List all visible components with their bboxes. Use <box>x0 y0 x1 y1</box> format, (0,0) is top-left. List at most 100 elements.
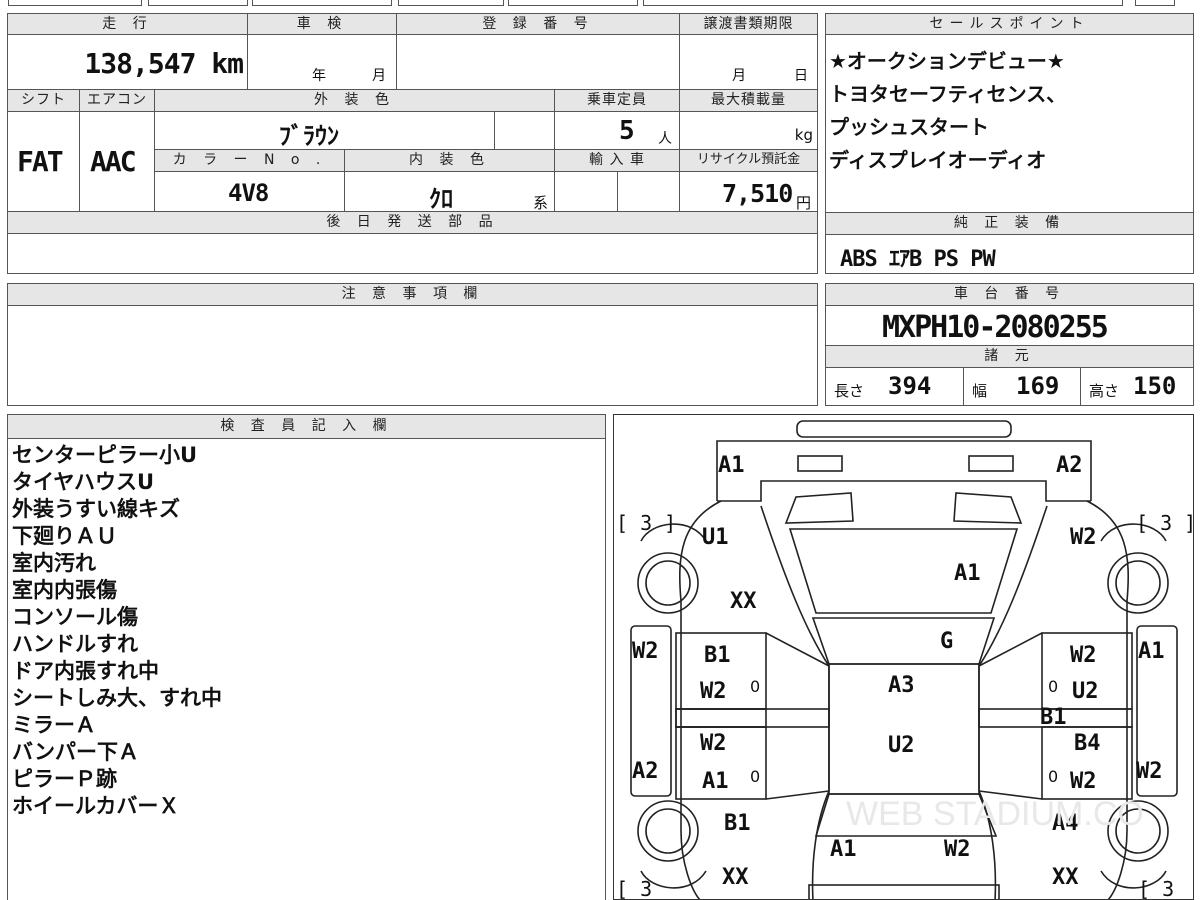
left-rear-fender-grade: B1 <box>724 811 751 836</box>
aircon-value: AAC <box>90 145 137 178</box>
exterior-color-cell: ﾌﾞﾗｳﾝ <box>154 111 495 150</box>
shift-value: FAT <box>17 145 64 178</box>
right-rear-zero: 0 <box>1048 767 1059 786</box>
right-rear-door-w-grade: W2 <box>1070 769 1097 794</box>
transfer-deadline-header: 譲渡書類期限 <box>679 13 818 35</box>
left-front-door-b-grade: B1 <box>704 643 731 668</box>
sales-points-body: ★オークションデビュー★ トヨタセーフティセンス、 プッシュスタート ディスプレ… <box>825 34 1194 213</box>
windshield-grade: G <box>940 629 954 654</box>
left-front-door-w-grade: W2 <box>700 679 727 704</box>
chassis-panel: 車 台 番 号 MXPH10-2080255 諸 元 長さ 394 幅 169 … <box>825 283 1194 406</box>
interior-color-suffix: 系 <box>533 194 549 212</box>
width-cell: 幅 169 <box>963 367 1081 406</box>
mileage-cell: 138,547 km <box>7 34 248 90</box>
specs-header: 諸 元 <box>825 345 1194 368</box>
sales-point-line: ★オークションデビュー★ <box>829 49 1065 73</box>
deadline-day-unit: 日 <box>794 68 808 84</box>
capacity-value: 5 <box>619 116 635 146</box>
inspection-year-unit: 年 <box>312 68 326 84</box>
import-cell-a <box>554 171 618 212</box>
chassis-value: MXPH10-2080255 <box>882 310 1109 345</box>
recycle-header: リサイクル預託金 <box>679 149 818 172</box>
color-no-value: 4V8 <box>228 179 269 207</box>
height-value: 150 <box>1133 372 1177 400</box>
notes-panel: 注 意 事 項 欄 <box>7 283 818 406</box>
inspection-cell: 年 月 <box>247 34 397 90</box>
left-fender-x-grade: XX <box>730 589 757 614</box>
front-right-corner-grade: A2 <box>1056 453 1083 478</box>
color-no-header: カ ラ ー N o . <box>154 149 345 172</box>
max-load-unit: kg <box>794 126 813 144</box>
right-front-zero: 0 <box>1048 677 1059 696</box>
inspector-note: 室内内張傷 <box>12 578 117 602</box>
left-fender-grade: U1 <box>702 525 729 550</box>
inspector-note: 室内汚れ <box>12 551 96 575</box>
inspector-note: ホイールカバーＸ <box>12 794 180 818</box>
exterior-color-header: 外 装 色 <box>154 89 555 112</box>
inspector-note: 下廻りＡＵ <box>12 524 117 548</box>
left-rear-x-grade: XX <box>722 865 749 890</box>
notes-body <box>7 305 818 406</box>
tire-rr-grade: [ 3 <box>1138 877 1175 900</box>
left-front-zero: 0 <box>750 677 761 696</box>
shift-header: シフト <box>7 89 80 112</box>
width-value: 169 <box>1016 372 1060 400</box>
deadline-month-unit: 月 <box>732 68 746 84</box>
length-cell: 長さ 394 <box>825 367 964 406</box>
capacity-unit: 人 <box>658 131 672 147</box>
later-parts-cell <box>7 233 818 274</box>
notes-header: 注 意 事 項 欄 <box>7 283 818 306</box>
right-rear-door-b-grade: B4 <box>1074 731 1101 756</box>
capacity-header: 乗車定員 <box>554 89 680 112</box>
vehicle-info-grid: 走 行 車 検 登 録 番 号 譲渡書類期限 138,547 km 年 月 月 … <box>7 13 818 274</box>
registration-cell <box>396 34 680 90</box>
right-front-door-u-grade: U2 <box>1072 679 1099 704</box>
mileage-value: 138,547 km <box>84 47 244 80</box>
watermark: WEB STADIUM.CO <box>846 795 1144 833</box>
trunk-left-grade: A1 <box>830 837 857 862</box>
aircon-header: エアコン <box>79 89 155 112</box>
sales-point-line: トヨタセーフティセンス、 <box>829 82 1067 106</box>
transfer-deadline-cell: 月 日 <box>679 34 818 90</box>
left-rear-door-w-grade: W2 <box>700 731 727 756</box>
inspector-note: ピラーＰ跡 <box>12 767 117 791</box>
later-parts-header: 後 日 発 送 部 品 <box>7 211 818 234</box>
length-label: 長さ <box>834 382 865 400</box>
genuine-equipment-value: ABS ｴｱB PS PW <box>840 247 996 272</box>
right-rear-x-grade: XX <box>1052 865 1079 890</box>
left-rear-door-a-grade: A1 <box>702 769 729 794</box>
tire-fr-grade: [ 3 ] <box>1136 511 1194 535</box>
mileage-header: 走 行 <box>7 13 248 35</box>
interior-color-value: ｸﾛ <box>429 185 453 213</box>
sales-points-header: セールスポイント <box>825 13 1194 35</box>
inspector-header: 検 査 員 記 入 欄 <box>7 414 606 439</box>
import-cell-b <box>617 171 680 212</box>
top-strip <box>0 0 1200 10</box>
left-rear-zero: 0 <box>750 767 761 786</box>
registration-header: 登 録 番 号 <box>396 13 680 35</box>
inspector-note: ハンドルすれ <box>12 632 138 656</box>
sales-point-line: ディスプレイオーディオ <box>829 148 1047 172</box>
right-front-door-w-grade: W2 <box>1070 643 1097 668</box>
inspector-note: センターピラー小U <box>12 443 198 467</box>
front-left-corner-grade: A1 <box>718 453 745 478</box>
roof-rear-grade: U2 <box>888 733 915 758</box>
inspector-panel: 検 査 員 記 入 欄 センターピラー小U タイヤハウスU 外装うすい線キズ 下… <box>7 414 606 900</box>
genuine-equipment-header: 純 正 装 備 <box>825 212 1194 235</box>
tire-fl-grade: [ 3 ] <box>616 511 677 535</box>
aircon-cell: AAC <box>79 111 155 212</box>
sales-point-line: プッシュスタート <box>829 115 989 139</box>
shift-cell: FAT <box>7 111 80 212</box>
sales-points-panel: セールスポイント ★オークションデビュー★ トヨタセーフティセンス、 プッシュス… <box>825 13 1194 274</box>
inspector-notes-list: センターピラー小U タイヤハウスU 外装うすい線キズ 下廻りＡＵ 室内汚れ 室内… <box>12 442 222 820</box>
color-no-cell: 4V8 <box>154 171 345 212</box>
right-fender-grade: W2 <box>1070 525 1097 550</box>
inspector-note: ミラーＡ <box>12 713 96 737</box>
exterior-color-value: ﾌﾞﾗｳﾝ <box>279 122 339 150</box>
car-diagram-panel: [ 3 ] [ 3 ] [ 3 [ 3 A1 A2 A1 G A3 U2 A1 … <box>613 414 1194 900</box>
inspector-note: コンソール傷 <box>12 605 138 629</box>
trunk-right-grade: W2 <box>944 837 971 862</box>
max-load-header: 最大積載量 <box>679 89 818 112</box>
recycle-cell: 7,510 円 <box>679 171 818 212</box>
import-header: 輸 入 車 <box>554 149 680 172</box>
